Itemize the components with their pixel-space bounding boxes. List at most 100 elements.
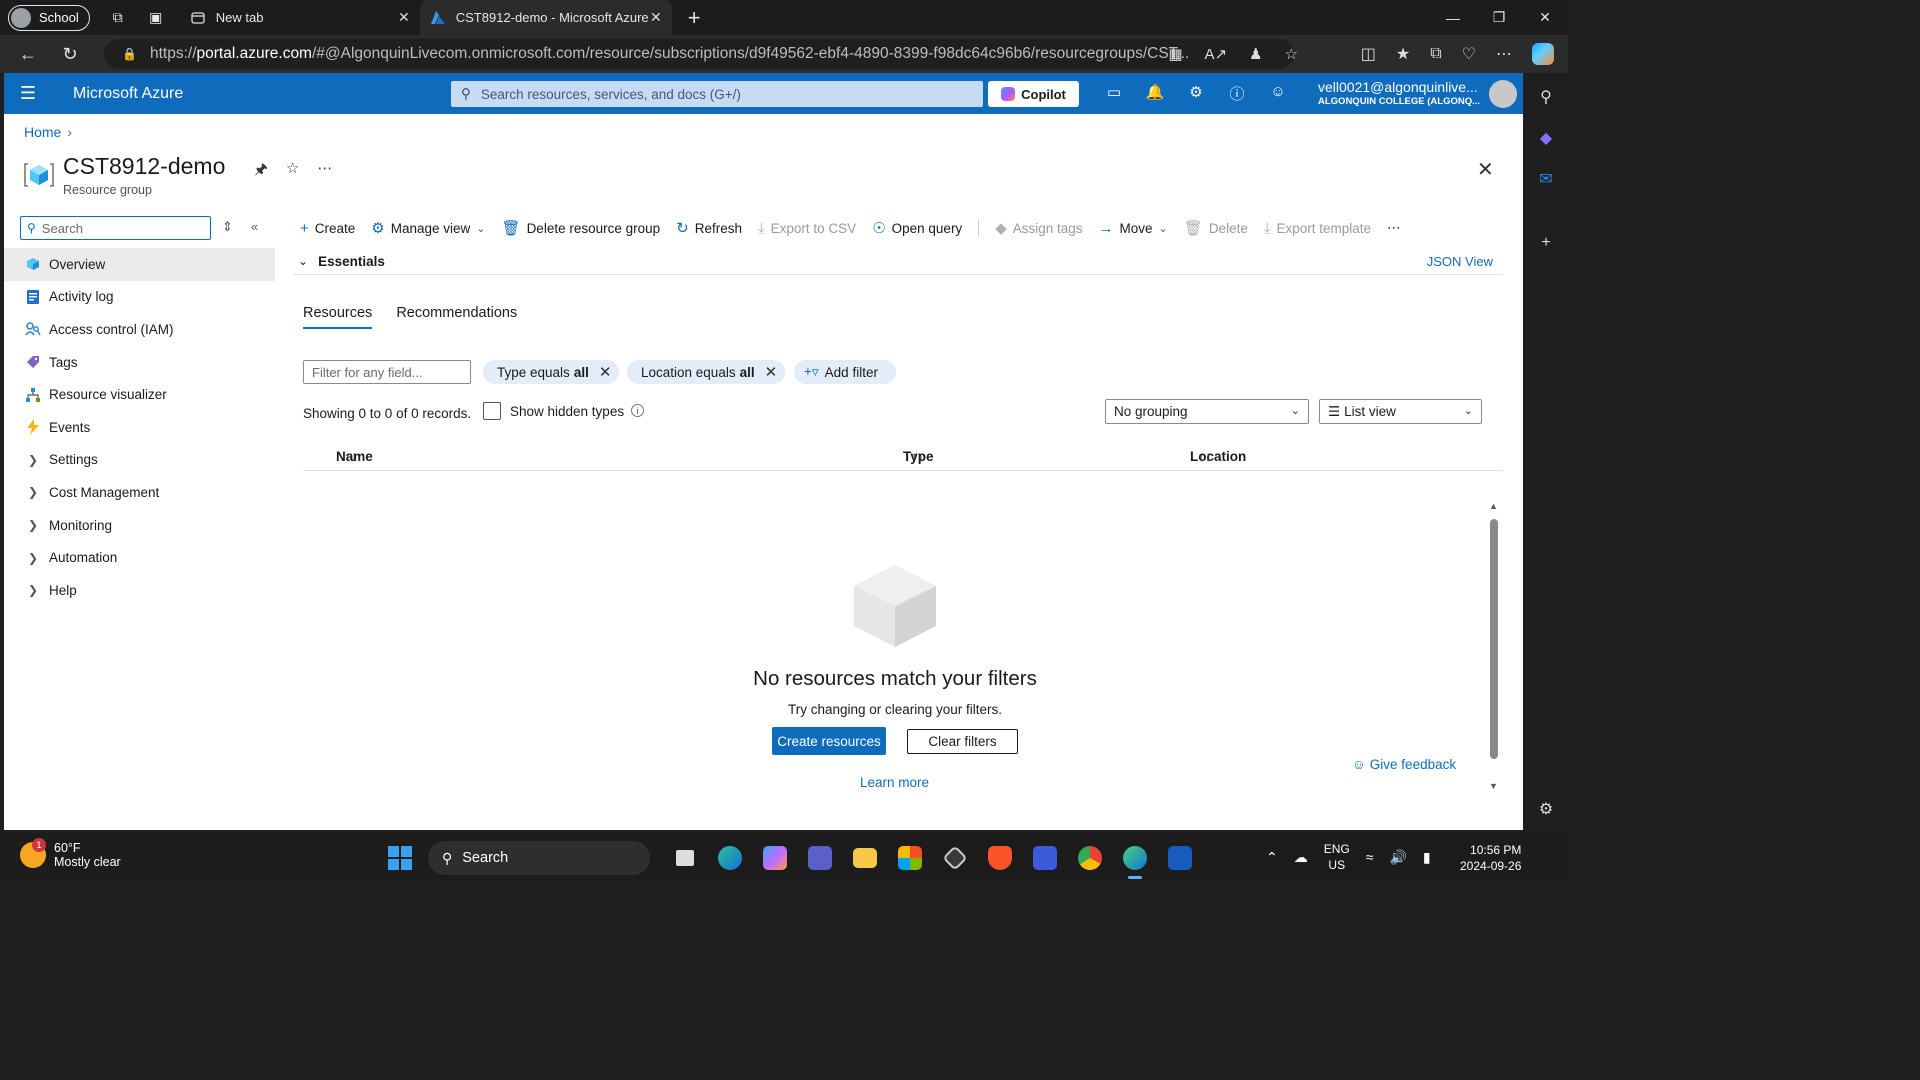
create-button[interactable]: + Create: [300, 220, 355, 237]
word-icon[interactable]: [1157, 843, 1202, 873]
menu-group-automation[interactable]: ❯ Automation: [4, 541, 275, 574]
menu-item-tags[interactable]: Tags: [4, 346, 275, 379]
info-icon[interactable]: i: [631, 404, 644, 417]
volume-icon[interactable]: 🔊: [1389, 849, 1406, 866]
settings-gear-icon[interactable]: ⚙: [1186, 83, 1206, 104]
open-query-button[interactable]: ☉ Open query: [872, 219, 962, 237]
show-hidden-checkbox[interactable]: [483, 402, 501, 420]
teams-icon[interactable]: [797, 843, 842, 873]
onedrive-icon[interactable]: ☁: [1294, 849, 1308, 866]
outlook-icon[interactable]: ✉: [1536, 169, 1556, 189]
brave-icon[interactable]: [977, 843, 1022, 873]
file-explorer-icon[interactable]: [842, 843, 887, 873]
delete-button[interactable]: 🗑 Delete: [1184, 219, 1248, 237]
language-indicator[interactable]: ENG US: [1324, 841, 1350, 873]
feedback-icon[interactable]: ☺: [1268, 83, 1288, 104]
scroll-down-arrow[interactable]: ▼: [1489, 781, 1498, 791]
breadcrumb-home[interactable]: Home: [24, 124, 61, 140]
unity-icon[interactable]: [932, 843, 977, 873]
menu-group-help[interactable]: ❯ Help: [4, 574, 275, 607]
give-feedback-link[interactable]: ☺ Give feedback: [1352, 757, 1456, 772]
type-filter-pill[interactable]: Type equals all ✕: [483, 360, 620, 384]
global-search-input[interactable]: ⚲ Search resources, services, and docs (…: [451, 81, 983, 107]
weather-widget[interactable]: 1 60°F Mostly clear: [20, 838, 121, 869]
tab-recommendations[interactable]: Recommendations: [396, 305, 517, 329]
settings-gear-icon[interactable]: ⚙: [1536, 799, 1556, 819]
favorites-icon[interactable]: ★: [1396, 44, 1410, 64]
tab-new-tab[interactable]: New tab ✕: [180, 0, 420, 35]
task-view-icon[interactable]: [662, 843, 707, 873]
clock[interactable]: 10:56 PM 2024-09-26: [1460, 842, 1521, 874]
copilot-button[interactable]: Copilot: [988, 81, 1079, 107]
cloud-shell-icon[interactable]: ▭: [1104, 83, 1124, 104]
menu-search-input[interactable]: ⚲ Search: [20, 216, 211, 240]
chevron-up-icon[interactable]: ⌃: [1266, 849, 1278, 866]
location-filter-pill[interactable]: Location equals all ✕: [627, 360, 786, 384]
chrome-icon[interactable]: [1067, 843, 1112, 873]
new-tab-button[interactable]: +: [688, 5, 701, 31]
apps-icon[interactable]: ▦: [1168, 45, 1182, 63]
extension-icon[interactable]: ♟: [1249, 45, 1262, 63]
restore-icon[interactable]: ❐: [1476, 0, 1522, 35]
more-commands-button[interactable]: ⋯: [1387, 220, 1401, 236]
refresh-button[interactable]: ↻ Refresh: [676, 219, 742, 237]
filter-input[interactable]: Filter for any field...: [303, 360, 471, 384]
export-csv-button[interactable]: ⤓ Export to CSV: [758, 220, 856, 237]
portal-brand[interactable]: Microsoft Azure: [73, 85, 183, 103]
close-window-icon[interactable]: ✕: [1522, 0, 1568, 35]
tab-azure[interactable]: CST8912-demo - Microsoft Azure ✕: [419, 0, 672, 35]
menu-group-settings[interactable]: ❯ Settings: [4, 444, 275, 477]
add-icon[interactable]: +: [1536, 233, 1556, 253]
tab-actions-icon[interactable]: ▣: [146, 8, 166, 28]
taskbar-search[interactable]: ⚲ Search: [428, 841, 650, 875]
windows-start-icon[interactable]: [388, 846, 412, 870]
view-select[interactable]: ☰ List view ⌄: [1319, 399, 1482, 424]
collapse-menu-icon[interactable]: «: [251, 219, 258, 235]
user-account[interactable]: vell0021@algonquinlive... ALGONQUIN COLL…: [1318, 79, 1480, 107]
grouping-select[interactable]: No grouping ⌄: [1105, 399, 1309, 424]
favorite-star-icon[interactable]: ☆: [286, 159, 299, 184]
help-icon[interactable]: ⓘ: [1227, 83, 1247, 104]
refresh-icon[interactable]: ↻: [56, 40, 84, 68]
close-icon[interactable]: ✕: [398, 9, 410, 26]
copilot-sidebar-icon[interactable]: [1532, 43, 1554, 65]
menu-item-events[interactable]: Events: [4, 411, 275, 444]
assign-tags-button[interactable]: ◆ Assign tags: [995, 219, 1082, 237]
clear-filters-button[interactable]: Clear filters: [907, 729, 1018, 754]
edge-icon[interactable]: [1112, 843, 1157, 879]
wifi-icon[interactable]: ≈: [1366, 849, 1374, 865]
add-filter-button[interactable]: +▿ Add filter: [794, 360, 896, 384]
scrollbar-thumb[interactable]: [1490, 519, 1498, 759]
copilot-icon[interactable]: ◆: [1536, 128, 1556, 148]
microsoft-store-icon[interactable]: [887, 843, 932, 873]
more-icon[interactable]: ⋯: [1496, 44, 1512, 64]
copilot-app-icon[interactable]: [752, 843, 797, 873]
profile-button[interactable]: School: [8, 4, 90, 31]
search-icon[interactable]: ⚲: [1536, 87, 1556, 107]
battery-icon[interactable]: ▮: [1423, 849, 1431, 866]
menu-item-iam[interactable]: Access control (IAM): [4, 313, 275, 346]
remove-filter-icon[interactable]: ✕: [599, 363, 612, 381]
avatar[interactable]: [1489, 80, 1517, 108]
back-icon[interactable]: ←: [14, 40, 42, 68]
close-icon[interactable]: ✕: [650, 9, 662, 26]
scroll-up-arrow[interactable]: ▲: [1489, 501, 1498, 511]
more-icon[interactable]: ⋯: [317, 159, 332, 184]
edge-dev-icon[interactable]: [707, 843, 752, 873]
export-template-button[interactable]: ⤓ Export template: [1264, 220, 1371, 237]
menu-item-activity-log[interactable]: Activity log: [4, 281, 275, 314]
remove-filter-icon[interactable]: ✕: [765, 363, 778, 381]
favorite-star-icon[interactable]: ☆: [1285, 45, 1298, 63]
learn-more-link[interactable]: Learn more: [860, 775, 929, 790]
move-button[interactable]: → Move ⌄: [1099, 220, 1168, 237]
menu-item-resource-visualizer[interactable]: Resource visualizer: [4, 378, 275, 411]
hamburger-menu-icon[interactable]: ☰: [8, 73, 48, 114]
minimize-icon[interactable]: —: [1430, 0, 1476, 35]
vscode-like-icon[interactable]: [1022, 843, 1067, 873]
browser-essentials-icon[interactable]: ♡: [1462, 44, 1476, 64]
create-resources-button[interactable]: Create resources: [772, 727, 886, 755]
pin-icon[interactable]: 🖈: [254, 159, 268, 184]
expand-collapse-icon[interactable]: ⇕: [222, 219, 233, 235]
essentials-section[interactable]: ⌄ Essentials JSON View: [294, 248, 1503, 275]
url-field[interactable]: 🔒 https://portal.azure.com/#@AlgonquinLi…: [104, 39, 1294, 69]
